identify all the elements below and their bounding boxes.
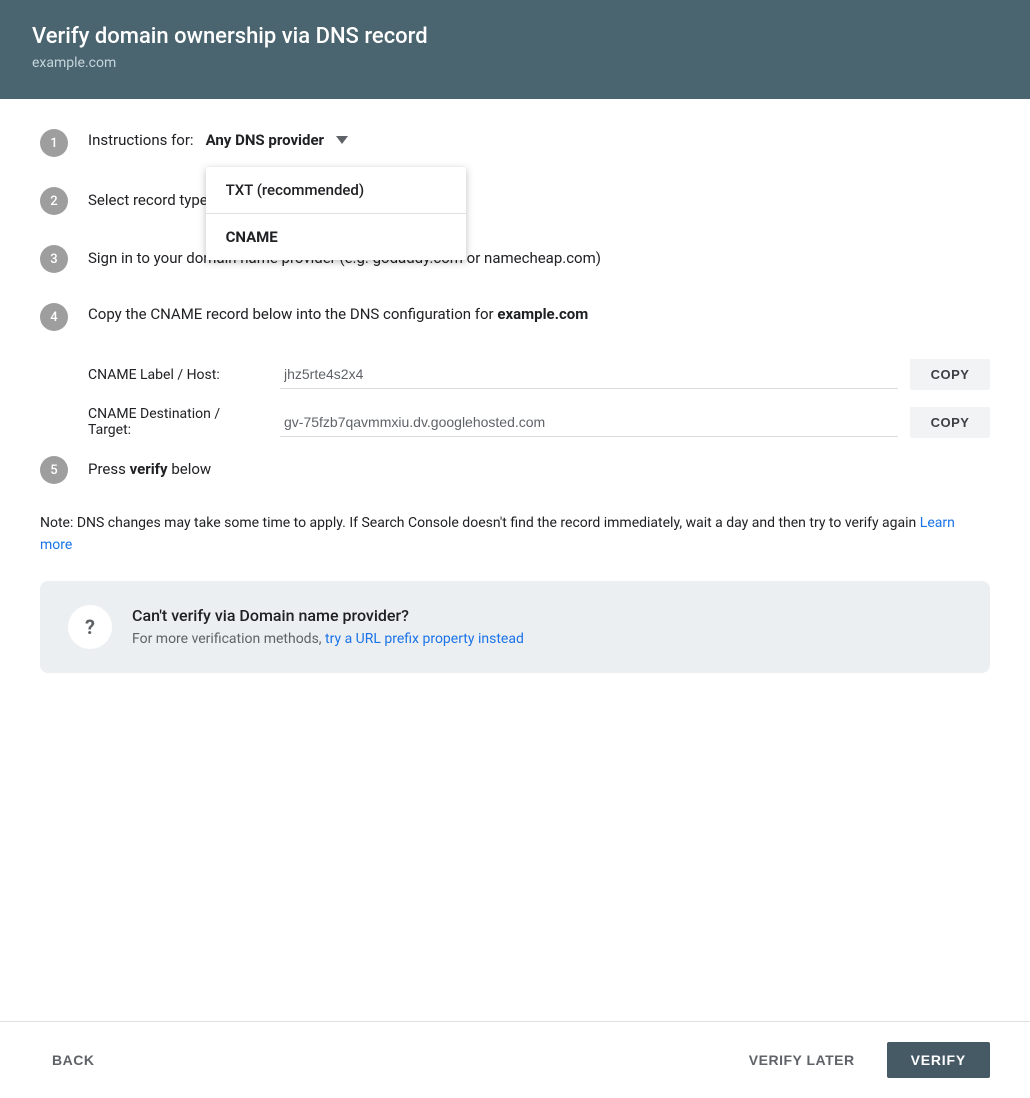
step-1-content: Instructions for: Any DNS provider TXT (…: [88, 127, 990, 149]
step-4-content: Copy the CNAME record below into the DNS…: [88, 301, 990, 323]
cname-dest-label: CNAME Destination / Target:: [88, 406, 268, 438]
step-5: 5 Press verify below: [40, 454, 990, 484]
dropdown-item-cname[interactable]: CNAME: [206, 214, 466, 260]
alt-verify-desc-prefix: For more verification methods,: [132, 631, 322, 647]
note-section: Note: DNS changes may take some time to …: [40, 512, 990, 557]
cname-label-host-label: CNAME Label / Host:: [88, 367, 268, 383]
step-5-prefix: Press: [88, 460, 126, 478]
dropdown-item-txt[interactable]: TXT (recommended): [206, 167, 466, 213]
step-2-number: 2: [40, 187, 68, 215]
record-type-label: Select record type:: [88, 189, 211, 212]
cname-dest-label-line2: Target:: [88, 422, 268, 438]
alt-verify-link[interactable]: try a URL prefix property instead: [325, 631, 524, 647]
page-subtitle: example.com: [32, 55, 998, 71]
alt-verify-text: Can't verify via Domain name provider? F…: [132, 606, 962, 647]
alt-verify-title: Can't verify via Domain name provider?: [132, 606, 962, 625]
step-4: 4 Copy the CNAME record below into the D…: [40, 301, 990, 331]
cname-dest-input[interactable]: [280, 408, 898, 437]
note-prefix: Note: DNS changes may take some time to …: [40, 515, 916, 531]
cname-label-host-input[interactable]: [280, 360, 898, 389]
back-button[interactable]: BACK: [40, 1044, 106, 1076]
dns-provider-dropdown[interactable]: Any DNS provider TXT (recommended) CNAME: [206, 131, 349, 149]
cname-label-row: CNAME Label / Host: COPY: [88, 359, 990, 390]
copy-dest-button[interactable]: COPY: [910, 407, 990, 438]
page-title: Verify domain ownership via DNS record: [32, 24, 998, 49]
step-5-bold: verify: [130, 460, 168, 478]
question-icon: ?: [85, 615, 95, 639]
cname-dest-row: CNAME Destination / Target: COPY: [88, 406, 990, 438]
verify-later-button[interactable]: VERIFY LATER: [737, 1044, 867, 1076]
cname-section: CNAME Label / Host: COPY CNAME Destinati…: [88, 359, 990, 438]
verify-button[interactable]: VERIFY: [887, 1042, 990, 1078]
dns-provider-selected: Any DNS provider: [206, 131, 325, 149]
copy-label-host-button[interactable]: COPY: [910, 359, 990, 390]
chevron-down-icon: [336, 136, 348, 144]
dns-dropdown-menu: TXT (recommended) CNAME: [206, 167, 466, 260]
step-3: 3 Sign in to your domain name provider (…: [40, 243, 990, 273]
instructions-row: Instructions for: Any DNS provider TXT (…: [88, 131, 990, 149]
cname-dest-label-line1: CNAME Destination /: [88, 406, 268, 422]
step-5-suffix: below: [171, 460, 211, 478]
step-3-number: 3: [40, 245, 68, 273]
footer: BACK VERIFY LATER VERIFY: [0, 1021, 1030, 1098]
step-5-number: 5: [40, 456, 68, 484]
alt-verify-desc: For more verification methods, try a URL…: [132, 631, 962, 647]
step-4-number: 4: [40, 303, 68, 331]
footer-right: VERIFY LATER VERIFY: [737, 1042, 990, 1078]
instructions-label: Instructions for:: [88, 131, 194, 149]
step-4-domain: example.com: [497, 305, 588, 323]
step-4-prefix: Copy the CNAME record below into the DNS…: [88, 305, 494, 323]
step-2: 2 Select record type: Learn more: [40, 185, 990, 215]
page-header: Verify domain ownership via DNS record e…: [0, 0, 1030, 99]
question-circle: ?: [68, 605, 112, 649]
alt-verify-box: ? Can't verify via Domain name provider?…: [40, 581, 990, 673]
step-5-text: Press verify below: [88, 458, 990, 481]
step-1: 1 Instructions for: Any DNS provider TXT…: [40, 127, 990, 157]
main-content: 1 Instructions for: Any DNS provider TXT…: [0, 99, 1030, 673]
step-4-text: Copy the CNAME record below into the DNS…: [88, 305, 990, 323]
step-1-number: 1: [40, 129, 68, 157]
step-5-content: Press verify below: [88, 454, 990, 481]
